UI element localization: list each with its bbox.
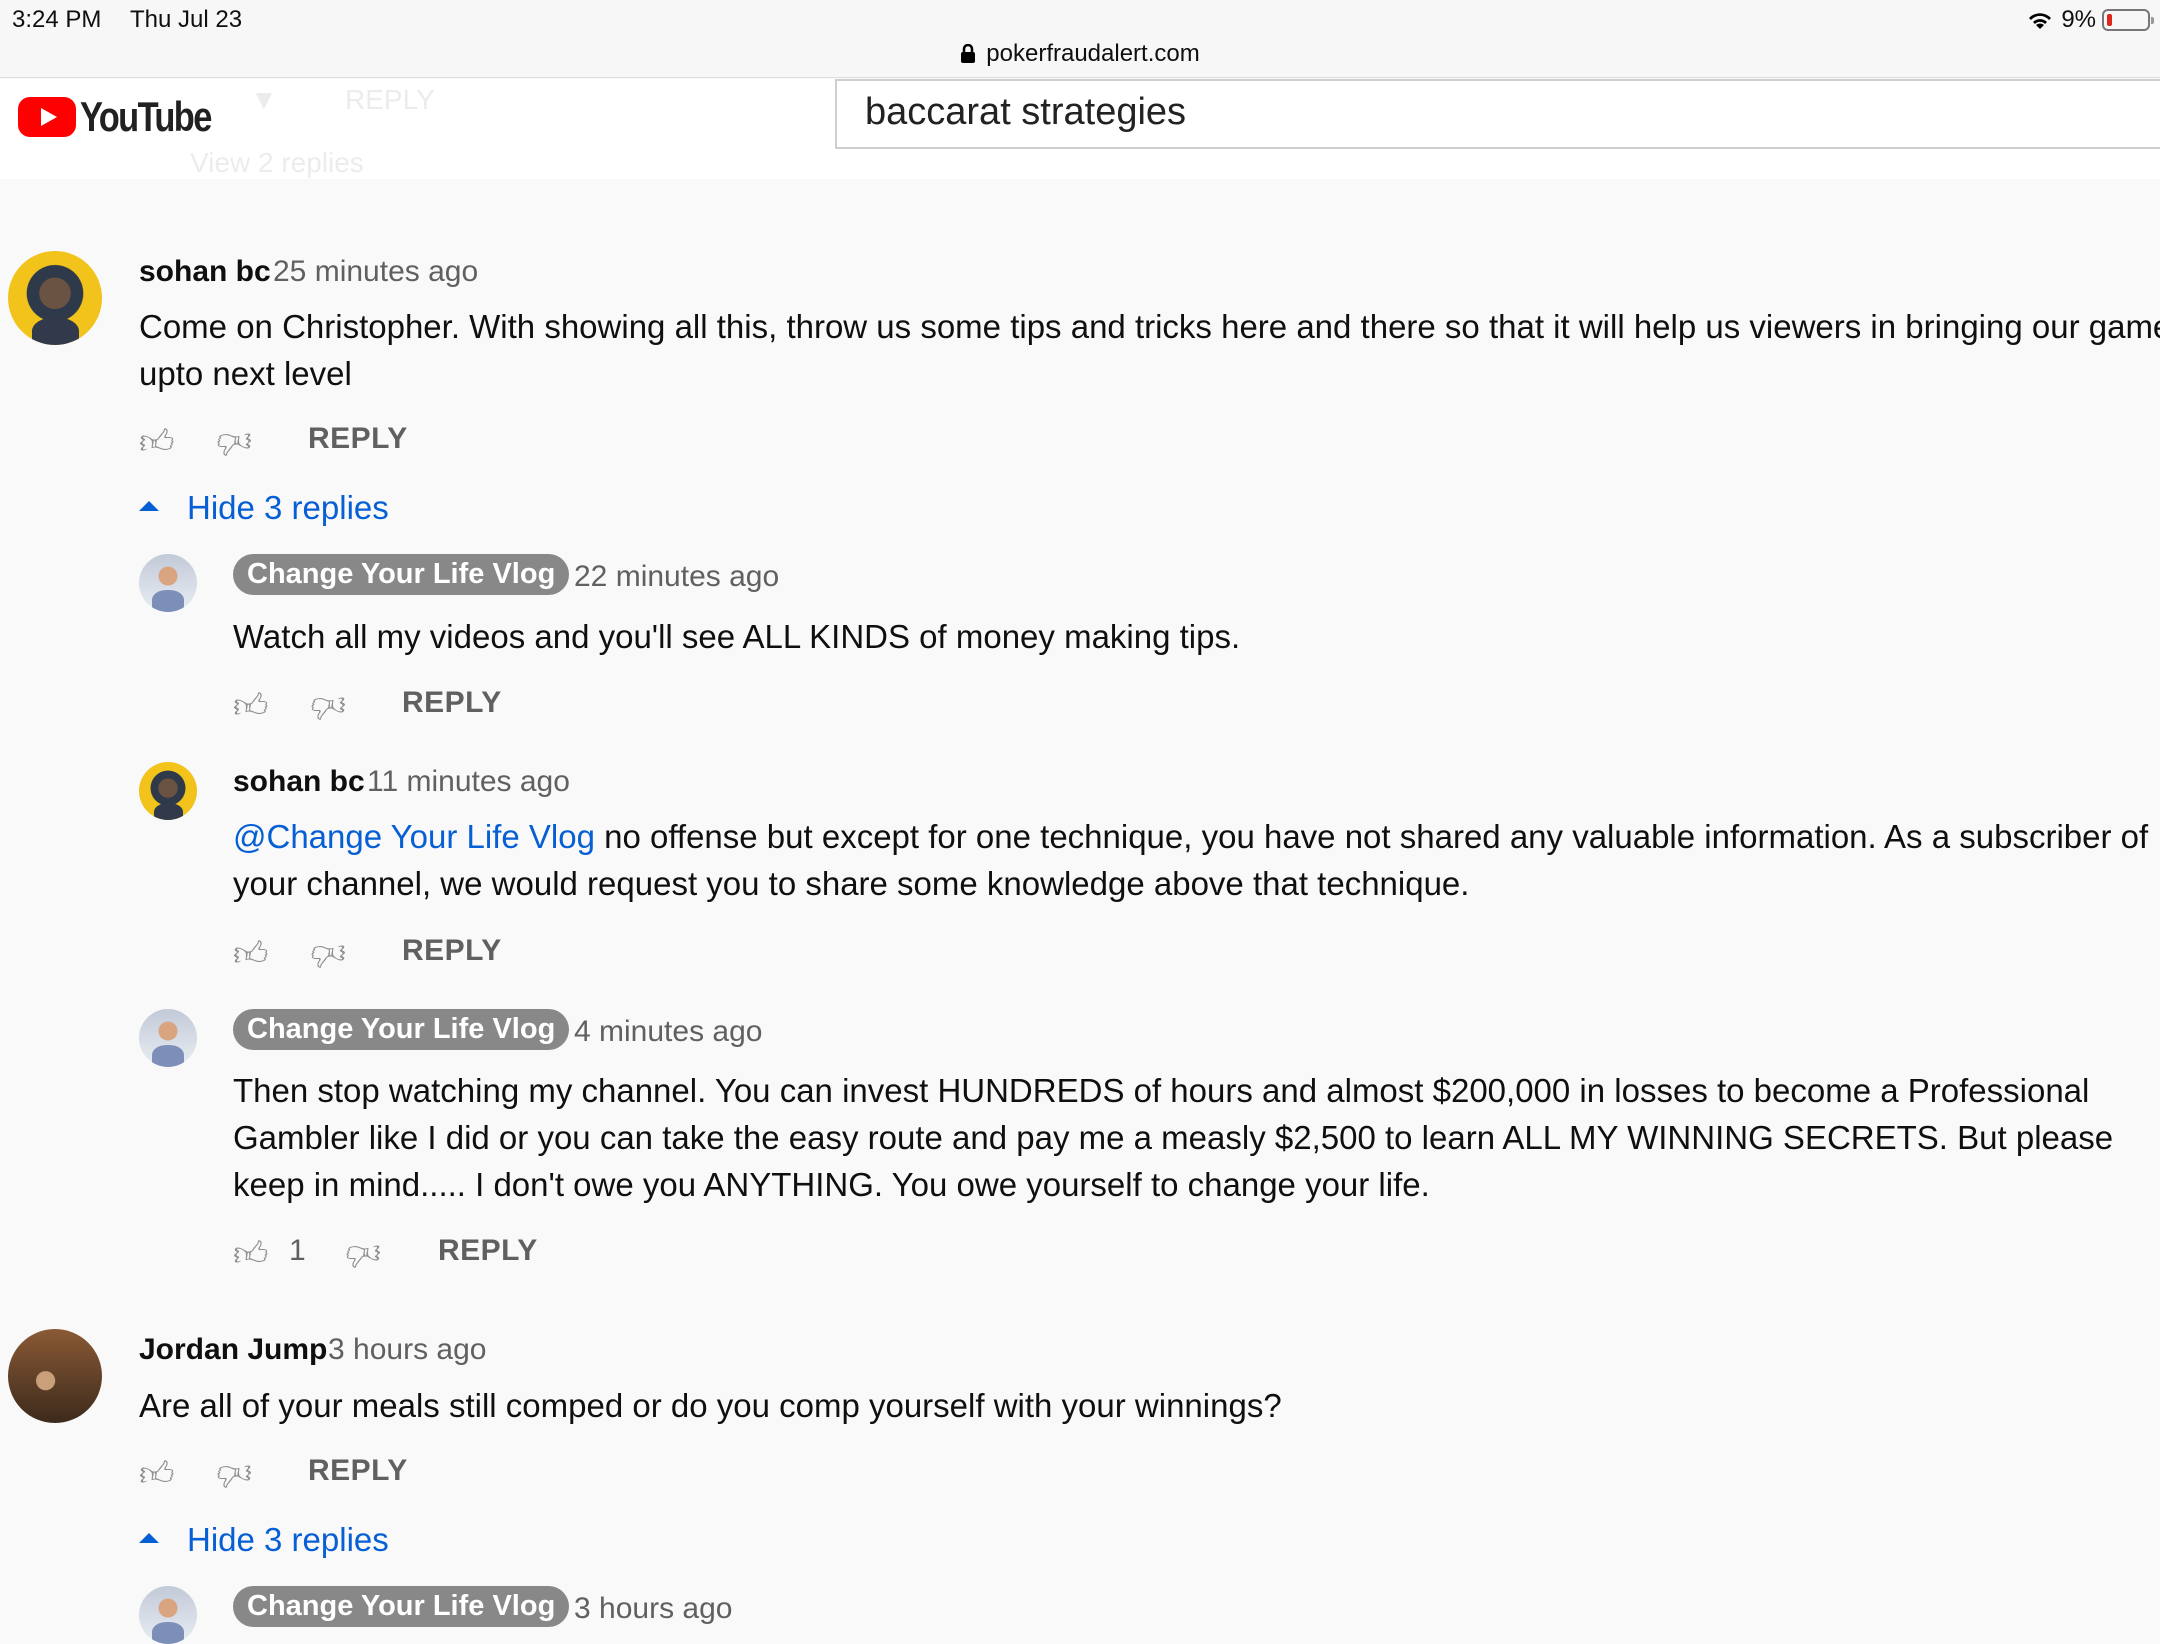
channel-owner-badge[interactable]: Change Your Life Vlog xyxy=(233,1009,570,1050)
lock-icon xyxy=(961,44,976,63)
battery-percent: 9% xyxy=(2061,6,2096,33)
comment-time[interactable]: 3 hours ago xyxy=(328,1333,486,1367)
thumb-up-icon[interactable]: 👍︎ xyxy=(139,1456,177,1492)
channel-owner-badge[interactable]: Change Your Life Vlog xyxy=(233,554,570,595)
hide-replies-label: Hide 3 replies xyxy=(187,489,389,526)
thumb-down-icon[interactable]: 👍︎ xyxy=(308,687,346,725)
avatar[interactable] xyxy=(8,1329,102,1423)
hide-replies-button[interactable]: Hide 3 replies xyxy=(139,1521,389,1559)
comment-actions: 👍︎ 👍︎ REPLY xyxy=(139,1454,539,1496)
thumb-up-icon[interactable]: 👍︎ xyxy=(139,424,177,460)
status-date: Thu Jul 23 xyxy=(130,6,243,33)
hide-replies-button[interactable]: Hide 3 replies xyxy=(139,489,389,527)
youtube-wordmark: YouTube xyxy=(80,93,212,140)
youtube-header: ▼ REPLY View 2 replies YouTube baccarat … xyxy=(0,79,2160,179)
search-input[interactable]: baccarat strategies xyxy=(835,79,2160,149)
caret-up-icon xyxy=(139,1533,159,1544)
reply-button[interactable]: REPLY xyxy=(402,686,502,720)
avatar[interactable] xyxy=(139,554,197,612)
status-right: 9% xyxy=(2025,6,2154,34)
thumb-down-icon[interactable]: 👍︎ xyxy=(343,1235,381,1273)
avatar[interactable] xyxy=(8,251,102,345)
ghost-reply-text: REPLY xyxy=(345,84,435,115)
comment-time[interactable]: 25 minutes ago xyxy=(273,255,478,289)
reply-time[interactable]: 22 minutes ago xyxy=(574,560,779,594)
thumb-up-icon[interactable]: 👍︎ xyxy=(233,688,271,724)
comment-author[interactable]: Jordan Jump xyxy=(139,1333,327,1367)
comment-actions: 👍︎ 👍︎ REPLY xyxy=(139,422,539,464)
like-count: 1 xyxy=(289,1234,306,1267)
reply-time[interactable]: 4 minutes ago xyxy=(574,1015,762,1049)
avatar[interactable] xyxy=(139,1009,197,1067)
reply-author[interactable]: sohan bc xyxy=(233,765,365,799)
youtube-play-icon xyxy=(18,97,76,137)
wifi-icon xyxy=(2029,13,2052,29)
avatar[interactable] xyxy=(139,762,197,820)
mention-link[interactable]: @Change Your Life Vlog xyxy=(233,818,595,855)
reply-time[interactable]: 3 hours ago xyxy=(574,1592,732,1626)
comment-text: Are all of your meals still comped or do… xyxy=(139,1387,1282,1424)
thumb-up-icon[interactable]: 👍︎ xyxy=(233,1236,271,1272)
comment-text: Come on Christopher. With showing all th… xyxy=(139,308,2160,392)
caret-up-icon xyxy=(139,501,159,512)
comment-author[interactable]: sohan bc xyxy=(139,255,271,289)
avatar[interactable] xyxy=(139,1586,197,1644)
thumb-down-icon[interactable]: 👍︎ xyxy=(214,1455,252,1493)
thumb-down-icon[interactable]: 👍︎ xyxy=(308,935,346,973)
reply-text: @Change Your Life Vlog no offense but ex… xyxy=(233,813,2153,907)
reply-text: Watch all my videos and you'll see ALL K… xyxy=(233,618,1241,655)
url-bar[interactable]: pokerfraudalert.com xyxy=(0,40,2160,78)
reply-button[interactable]: REPLY xyxy=(308,1454,408,1488)
reply-button[interactable]: REPLY xyxy=(308,422,408,456)
youtube-logo[interactable]: YouTube xyxy=(18,93,239,141)
hide-replies-label: Hide 3 replies xyxy=(187,1521,389,1558)
url-text: pokerfraudalert.com xyxy=(986,40,1200,67)
reply-actions: 👍︎ 👍︎ REPLY xyxy=(233,686,633,728)
status-bar: 3:24 PM Thu Jul 23 9% xyxy=(0,0,2160,40)
reply-time[interactable]: 11 minutes ago xyxy=(367,765,570,799)
battery-icon xyxy=(2102,9,2154,31)
thumb-down-icon[interactable]: 👍︎ xyxy=(214,423,252,461)
reply-button[interactable]: REPLY xyxy=(438,1234,538,1268)
ghost-thumb-icon: ▼ xyxy=(250,84,278,115)
reply-button[interactable]: REPLY xyxy=(402,934,502,968)
thumb-up-icon[interactable]: 👍︎ xyxy=(233,936,271,972)
status-time: 3:24 PM xyxy=(12,6,102,33)
channel-owner-badge[interactable]: Change Your Life Vlog xyxy=(233,1586,570,1627)
ghost-view-replies: View 2 replies xyxy=(190,147,364,178)
reply-text: Then stop watching my channel. You can i… xyxy=(233,1072,2114,1203)
reply-actions: 👍︎ 👍︎ REPLY xyxy=(233,934,633,976)
reply-actions: 👍︎ 1 👍︎ REPLY xyxy=(233,1234,633,1276)
